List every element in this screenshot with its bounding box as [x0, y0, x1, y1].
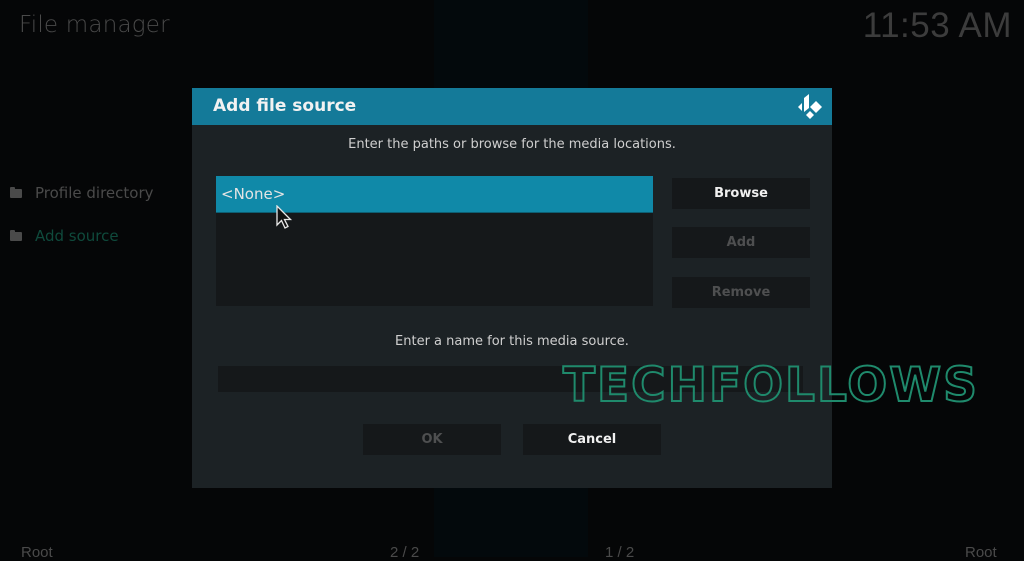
add-button[interactable]: Add [672, 227, 810, 258]
dialog-header: Add file source [192, 88, 832, 125]
paths-instruction: Enter the paths or browse for the media … [348, 137, 676, 152]
sidebar-item-add-source[interactable]: Add source [10, 225, 154, 247]
path-item-label: <None> [221, 185, 286, 203]
footer-left-root: Root [21, 544, 53, 561]
dialog-title: Add file source [213, 96, 357, 116]
footer-right-count: 1 / 2 [605, 544, 635, 561]
folder-icon [10, 186, 22, 198]
sidebar-item-label: Add source [35, 227, 119, 245]
techfollows-watermark: TECHFOLLOWS [562, 358, 979, 413]
clock: 11:53 AM [862, 6, 1012, 45]
mouse-pointer-icon [276, 205, 293, 229]
footer-right-root: Root [965, 544, 997, 561]
paths-list[interactable]: <None> [216, 176, 653, 306]
browse-button[interactable]: Browse [672, 178, 810, 209]
folder-icon [10, 229, 22, 241]
remove-button[interactable]: Remove [672, 277, 810, 308]
sidebar-item-profile-directory[interactable]: Profile directory [10, 182, 154, 204]
add-file-source-dialog: Add file source Enter the paths or brows… [192, 88, 832, 488]
footer-left-count: 2 / 2 [390, 544, 420, 561]
page-title: File manager [19, 12, 170, 38]
sidebar-list: Profile directory Add source [10, 182, 154, 268]
ok-button[interactable]: OK [363, 424, 501, 455]
cancel-button[interactable]: Cancel [523, 424, 661, 455]
kodi-logo-icon [798, 94, 822, 119]
sidebar-item-label: Profile directory [35, 184, 154, 202]
name-instruction: Enter a name for this media source. [395, 334, 629, 349]
